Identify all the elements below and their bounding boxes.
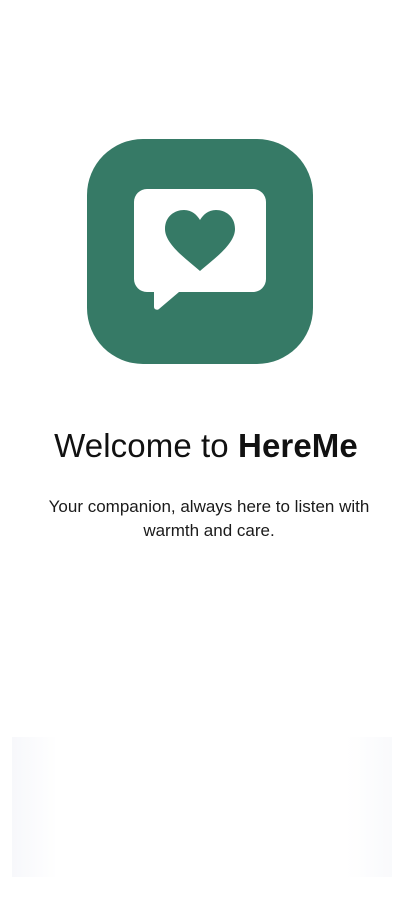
app-logo bbox=[87, 139, 313, 364]
bottom-panel-shadow bbox=[12, 737, 392, 877]
brand-name: HereMe bbox=[238, 427, 358, 464]
welcome-screen: Welcome to HereMe Your companion, always… bbox=[0, 0, 412, 917]
welcome-title-prefix: Welcome to bbox=[54, 427, 239, 464]
welcome-title: Welcome to HereMe bbox=[0, 425, 412, 467]
welcome-tagline: Your companion, always here to listen wi… bbox=[48, 497, 370, 540]
chat-bubble-heart-icon bbox=[87, 139, 313, 364]
